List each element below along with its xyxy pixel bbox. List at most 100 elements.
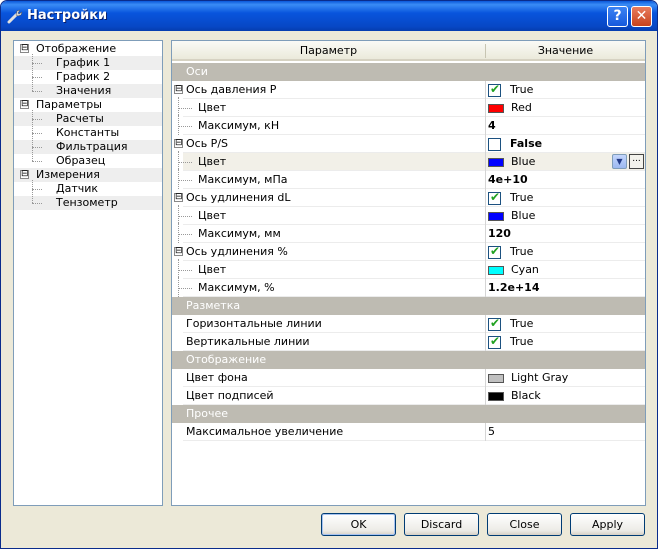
tree-item-8[interactable]: Образец — [14, 154, 162, 168]
grid-row[interactable]: Горизонтальные линии ✔ True — [172, 315, 645, 333]
ellipsis-button[interactable]: ... — [629, 154, 644, 169]
grid-row[interactable]: Цвет Cyan — [172, 259, 645, 279]
row-collapse-icon[interactable]: ⊟ — [174, 139, 183, 148]
tree-item-11[interactable]: Тензометр — [14, 196, 162, 210]
grid-row[interactable]: ⊟ Ось P/S False — [172, 135, 645, 153]
tree-collapse-icon[interactable]: ⊟ — [20, 170, 29, 179]
grid-row[interactable]: Максимум, кН 4 — [172, 115, 645, 135]
title-bar[interactable]: Настройки ? ✕ — [1, 1, 657, 31]
grid-row[interactable]: Цвет Red — [172, 97, 645, 117]
property-name: Цвет — [198, 101, 227, 114]
grid-category[interactable]: Отображение — [172, 351, 645, 369]
grid-row[interactable]: Максимум, мм 120 — [172, 223, 645, 243]
tree-collapse-icon[interactable]: ⊟ — [20, 100, 29, 109]
property-value: 1.2e+14 — [488, 281, 540, 294]
property-checkbox[interactable] — [488, 138, 501, 151]
settings-window: Настройки ? ✕ ⊟ Отображение График 1 График… — [0, 0, 658, 549]
tree-item-1[interactable]: График 1 — [14, 56, 162, 70]
category-label: Разметка — [186, 299, 241, 312]
property-name: Цвет — [198, 209, 227, 222]
property-name: Максимальное увеличение — [186, 425, 344, 438]
tree-item-label: Параметры — [36, 98, 102, 111]
property-value: True — [510, 245, 534, 258]
column-header-param[interactable]: Параметр — [172, 41, 485, 61]
tree-item-label: Отображение — [36, 42, 117, 55]
property-value: 4 — [488, 119, 496, 132]
property-name: Максимум, % — [198, 281, 275, 294]
tree-item-label: Тензометр — [56, 196, 118, 209]
property-name: Ось давления P — [186, 83, 277, 96]
tree-item-0[interactable]: ⊟ Отображение — [14, 42, 162, 56]
property-value: Blue — [511, 209, 536, 222]
property-grid[interactable]: Параметр Значение Оси ⊟ Ось давления P ✔ Tru… — [171, 40, 646, 506]
color-swatch — [488, 212, 504, 221]
property-checkbox[interactable]: ✔ — [488, 82, 501, 97]
close-window-button[interactable]: ✕ — [631, 6, 652, 27]
tree-item-label: Измерения — [36, 168, 100, 181]
row-collapse-icon[interactable]: ⊟ — [174, 85, 183, 94]
property-name: Максимум, мПа — [198, 173, 288, 186]
property-checkbox[interactable]: ✔ — [488, 316, 501, 331]
grid-row[interactable]: Цвет фона Light Gray — [172, 369, 645, 387]
grid-row[interactable]: Цвет Blue ▼... — [172, 151, 645, 171]
property-name: Горизонтальные линии — [186, 317, 322, 330]
tree-item-3[interactable]: Значения — [14, 84, 162, 98]
tree-collapse-icon[interactable]: ⊟ — [20, 44, 29, 53]
close-button[interactable]: Close — [487, 513, 562, 536]
tree-item-label: График 1 — [56, 56, 111, 69]
grid-row[interactable]: Максимум, мПа 4e+10 — [172, 169, 645, 189]
grid-category[interactable]: Разметка — [172, 297, 645, 315]
check-icon: ✔ — [490, 244, 501, 258]
property-value: False — [510, 137, 543, 150]
apply-button[interactable]: Apply — [570, 513, 645, 536]
tree-item-2[interactable]: График 2 — [14, 70, 162, 84]
property-value: Cyan — [511, 263, 539, 276]
grid-row[interactable]: Цвет подписей Black — [172, 387, 645, 405]
property-checkbox[interactable]: ✔ — [488, 334, 501, 349]
color-swatch — [488, 104, 504, 113]
property-checkbox[interactable]: ✔ — [488, 244, 501, 259]
grid-row[interactable]: Вертикальные линии ✔ True — [172, 333, 645, 351]
property-name: Ось удлинения % — [186, 245, 288, 258]
property-value: True — [510, 83, 534, 96]
grid-category[interactable]: Оси — [172, 63, 645, 81]
tree-item-9[interactable]: ⊟ Измерения — [14, 168, 162, 182]
discard-button[interactable]: Discard — [404, 513, 479, 536]
row-collapse-icon[interactable]: ⊟ — [174, 193, 183, 202]
property-name: Максимум, мм — [198, 227, 281, 240]
tree-item-label: Датчик — [56, 182, 99, 195]
grid-row[interactable]: ⊟ Ось удлинения % ✔ True — [172, 243, 645, 261]
ok-button[interactable]: OK — [321, 513, 396, 536]
tree-item-label: Константы — [56, 126, 120, 139]
property-name: Максимум, кН — [198, 119, 280, 132]
tree-item-label: Расчеты — [56, 112, 104, 125]
grid-row[interactable]: ⊟ Ось давления P ✔ True — [172, 81, 645, 99]
dropdown-arrow-icon[interactable]: ▼ — [612, 154, 627, 169]
grid-category[interactable]: Прочее — [172, 405, 645, 423]
grid-row[interactable]: Максимум, % 1.2e+14 — [172, 277, 645, 297]
tree-item-6[interactable]: Константы — [14, 126, 162, 140]
property-value: True — [510, 191, 534, 204]
grid-row[interactable]: Максимальное увеличение 5 — [172, 423, 645, 441]
tree-item-4[interactable]: ⊟ Параметры — [14, 98, 162, 112]
property-checkbox[interactable]: ✔ — [488, 190, 501, 205]
property-value: Black — [511, 389, 541, 402]
tree-item-7[interactable]: Фильтрация — [14, 140, 162, 154]
property-value: Red — [511, 101, 532, 114]
property-value: 4e+10 — [488, 173, 528, 186]
property-name: Цвет фона — [186, 371, 248, 384]
help-button[interactable]: ? — [607, 6, 628, 27]
check-icon: ✔ — [490, 190, 501, 204]
tree-item-5[interactable]: Расчеты — [14, 112, 162, 126]
property-name: Цвет подписей — [186, 389, 274, 402]
property-value: 120 — [488, 227, 511, 240]
row-collapse-icon[interactable]: ⊟ — [174, 247, 183, 256]
property-name: Цвет — [198, 155, 227, 168]
grid-row[interactable]: ⊟ Ось удлинения dL ✔ True — [172, 189, 645, 207]
category-label: Прочее — [186, 407, 229, 420]
grid-row[interactable]: Цвет Blue — [172, 205, 645, 225]
property-name: Ось P/S — [186, 137, 229, 150]
column-header-value[interactable]: Значение — [486, 41, 645, 61]
settings-tree[interactable]: ⊟ Отображение График 1 График 2 Значения ⊟ Пар… — [13, 40, 163, 506]
tree-item-10[interactable]: Датчик — [14, 182, 162, 196]
